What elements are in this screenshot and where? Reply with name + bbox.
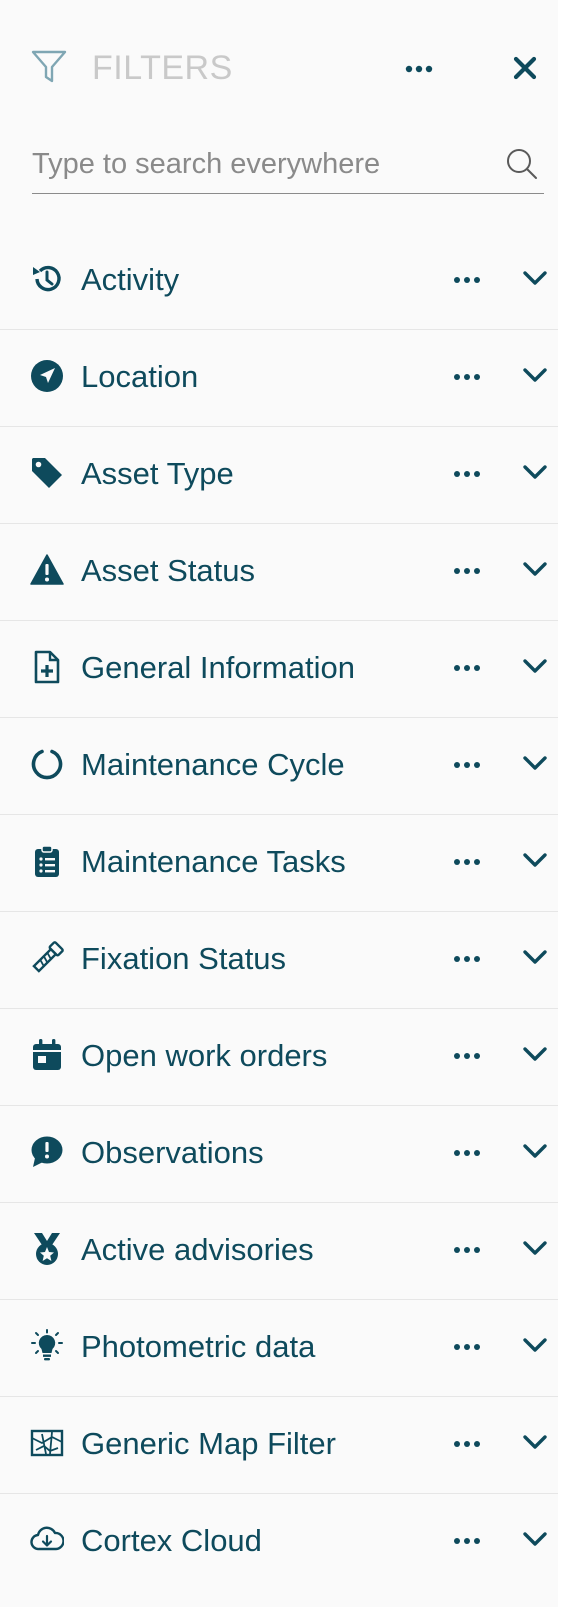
panel-title: FILTERS: [92, 49, 233, 87]
more-options-icon[interactable]: [452, 1333, 492, 1361]
filter-row-observations[interactable]: Observations: [0, 1106, 558, 1203]
history-icon: [30, 262, 64, 296]
more-options-icon[interactable]: [452, 363, 492, 391]
chevron-down-icon[interactable]: [520, 361, 550, 391]
filter-row-fixation-status[interactable]: Fixation Status: [0, 912, 558, 1009]
filter-row-general-information[interactable]: General Information: [0, 621, 558, 718]
filter-label: Asset Status: [81, 553, 256, 588]
more-options-icon[interactable]: [452, 654, 492, 682]
more-options-icon[interactable]: [452, 945, 492, 973]
chevron-down-icon[interactable]: [520, 1234, 550, 1264]
filter-label: Fixation Status: [81, 941, 287, 976]
bolt-screw-icon: [30, 941, 64, 975]
filter-row-open-work-orders[interactable]: Open work orders: [0, 1009, 558, 1106]
chevron-down-icon[interactable]: [520, 458, 550, 488]
map-icon: [30, 1426, 64, 1460]
filter-list: Activity Location Asset Type Asset Statu…: [0, 233, 558, 1591]
search-field: [32, 142, 544, 194]
filter-row-generic-map-filter[interactable]: Generic Map Filter: [0, 1397, 558, 1494]
chevron-down-icon[interactable]: [520, 846, 550, 876]
more-options-icon[interactable]: [452, 1236, 492, 1264]
more-options-icon[interactable]: [452, 848, 492, 876]
filter-label: Open work orders: [81, 1038, 328, 1073]
filter-label: General Information: [81, 650, 355, 685]
filter-row-location[interactable]: Location: [0, 330, 558, 427]
chevron-down-icon[interactable]: [520, 264, 550, 294]
filter-row-asset-type[interactable]: Asset Type: [0, 427, 558, 524]
filter-row-photometric-data[interactable]: Photometric data: [0, 1300, 558, 1397]
funnel-icon: [30, 48, 68, 86]
calendar-icon: [30, 1038, 64, 1072]
clipboard-list-icon: [30, 844, 64, 878]
location-arrow-icon: [30, 359, 64, 393]
filter-row-maintenance-tasks[interactable]: Maintenance Tasks: [0, 815, 558, 912]
lightbulb-icon: [30, 1329, 64, 1363]
filter-label: Asset Type: [81, 456, 234, 491]
chevron-down-icon[interactable]: [520, 1525, 550, 1555]
more-options-icon[interactable]: [452, 557, 492, 585]
chevron-down-icon[interactable]: [520, 943, 550, 973]
filter-row-asset-status[interactable]: Asset Status: [0, 524, 558, 621]
chevron-down-icon[interactable]: [520, 1137, 550, 1167]
filter-label: Location: [81, 359, 199, 394]
warning-triangle-icon: [30, 553, 64, 587]
filter-row-cortex-cloud[interactable]: Cortex Cloud: [0, 1494, 558, 1591]
chevron-down-icon[interactable]: [520, 1331, 550, 1361]
tag-icon: [30, 456, 64, 490]
search-input[interactable]: [32, 144, 482, 184]
chevron-down-icon[interactable]: [520, 749, 550, 779]
filter-label: Activity: [81, 262, 180, 297]
filter-label: Observations: [81, 1135, 264, 1170]
more-options-icon[interactable]: [404, 56, 444, 84]
filter-label: Generic Map Filter: [81, 1426, 336, 1461]
filter-row-maintenance-cycle[interactable]: Maintenance Cycle: [0, 718, 558, 815]
more-options-icon[interactable]: [452, 1042, 492, 1070]
medal-icon: [30, 1232, 64, 1266]
chevron-down-icon[interactable]: [520, 1428, 550, 1458]
filters-panel: FILTERS Type to search everywhere Activi…: [0, 0, 558, 1607]
filter-label: Cortex Cloud: [81, 1523, 262, 1558]
filter-label: Maintenance Tasks: [81, 844, 346, 879]
chevron-down-icon[interactable]: [520, 1040, 550, 1070]
search-icon[interactable]: [504, 146, 540, 182]
comment-alert-icon: [30, 1135, 64, 1169]
more-options-icon[interactable]: [452, 460, 492, 488]
filters-header: FILTERS: [0, 0, 558, 132]
cloud-download-icon: [30, 1523, 64, 1557]
filter-row-active-advisories[interactable]: Active advisories: [0, 1203, 558, 1300]
circle-notch-icon: [30, 747, 64, 781]
close-icon[interactable]: [510, 53, 542, 85]
filter-label: Maintenance Cycle: [81, 747, 345, 782]
more-options-icon[interactable]: [452, 751, 492, 779]
more-options-icon[interactable]: [452, 1139, 492, 1167]
more-options-icon[interactable]: [452, 1527, 492, 1555]
chevron-down-icon[interactable]: [520, 652, 550, 682]
filter-row-activity[interactable]: Activity: [0, 233, 558, 330]
file-medical-icon: [30, 650, 64, 684]
filter-label: Photometric data: [81, 1329, 316, 1364]
more-options-icon[interactable]: [452, 266, 492, 294]
more-options-icon[interactable]: [452, 1430, 492, 1458]
chevron-down-icon[interactable]: [520, 555, 550, 585]
filter-label: Active advisories: [81, 1232, 314, 1267]
